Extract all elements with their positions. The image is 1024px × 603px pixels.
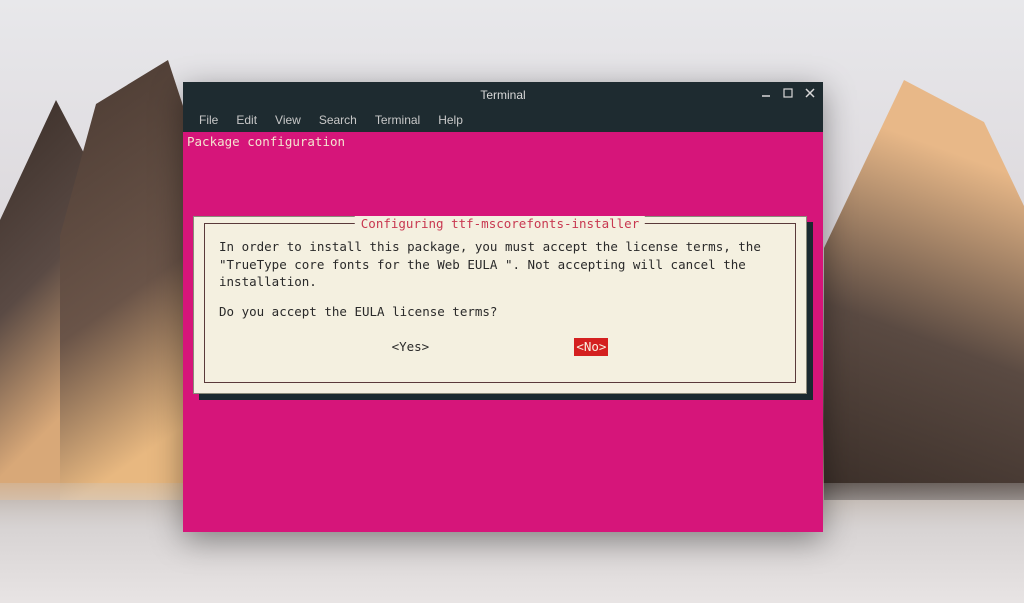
window-controls: [759, 86, 817, 100]
close-button[interactable]: [803, 86, 817, 100]
menubar: File Edit View Search Terminal Help: [183, 108, 823, 132]
package-config-header: Package configuration: [183, 132, 823, 151]
dialog-body: In order to install this package, you mu…: [205, 224, 795, 366]
terminal-content[interactable]: Package configuration Configuring ttf-ms…: [183, 132, 823, 532]
menu-file[interactable]: File: [191, 110, 226, 130]
dialog-box: Configuring ttf-mscorefonts-installer In…: [193, 216, 807, 394]
debconf-dialog: Configuring ttf-mscorefonts-installer In…: [193, 216, 807, 394]
no-button[interactable]: <No>: [574, 338, 608, 356]
dialog-question: Do you accept the EULA license terms?: [219, 303, 781, 321]
menu-edit[interactable]: Edit: [228, 110, 265, 130]
minimize-button[interactable]: [759, 86, 773, 100]
terminal-window: Terminal File Edit View Search Terminal …: [183, 82, 823, 532]
dialog-border: Configuring ttf-mscorefonts-installer In…: [204, 223, 796, 383]
menu-help[interactable]: Help: [430, 110, 471, 130]
dialog-message: In order to install this package, you mu…: [219, 238, 781, 291]
dialog-buttons: <Yes> <No>: [219, 338, 781, 356]
menu-terminal[interactable]: Terminal: [367, 110, 428, 130]
window-titlebar[interactable]: Terminal: [183, 82, 823, 108]
menu-view[interactable]: View: [267, 110, 309, 130]
maximize-button[interactable]: [781, 86, 795, 100]
yes-button[interactable]: <Yes>: [392, 338, 430, 356]
dialog-title: Configuring ttf-mscorefonts-installer: [355, 216, 645, 231]
window-title: Terminal: [480, 88, 525, 102]
menu-search[interactable]: Search: [311, 110, 365, 130]
mountain-peak: [824, 80, 1024, 500]
